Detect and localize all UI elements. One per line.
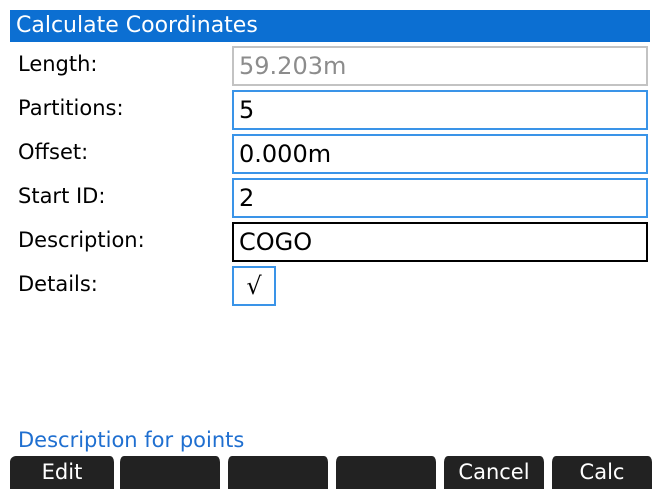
length-label: Length: <box>18 52 98 76</box>
details-checkbox[interactable]: √ <box>232 266 276 306</box>
start-id-field[interactable]: 2 <box>232 178 648 218</box>
checkmark-icon: √ <box>246 272 262 300</box>
description-label: Description: <box>18 228 145 252</box>
softkey-bar: Edit Cancel Calc <box>10 456 660 489</box>
softkey-edit[interactable]: Edit <box>10 456 116 489</box>
softkey-2[interactable] <box>118 456 222 489</box>
softkey-calc[interactable]: Calc <box>550 456 654 489</box>
description-field[interactable]: COGO <box>232 222 648 262</box>
calculate-coordinates-dialog: Calculate Coordinates Length: 59.203m Pa… <box>10 10 658 489</box>
softkey-cancel[interactable]: Cancel <box>442 456 546 489</box>
dialog-title: Calculate Coordinates <box>10 10 650 42</box>
softkey-3[interactable] <box>226 456 330 489</box>
start-id-label: Start ID: <box>18 184 106 208</box>
length-field: 59.203m <box>232 46 648 86</box>
partitions-field[interactable]: 5 <box>232 90 648 130</box>
help-text: Description for points <box>18 428 245 452</box>
offset-field[interactable]: 0.000m <box>232 134 648 174</box>
offset-label: Offset: <box>18 140 89 164</box>
details-label: Details: <box>18 272 98 296</box>
partitions-label: Partitions: <box>18 96 124 120</box>
softkey-4[interactable] <box>334 456 438 489</box>
